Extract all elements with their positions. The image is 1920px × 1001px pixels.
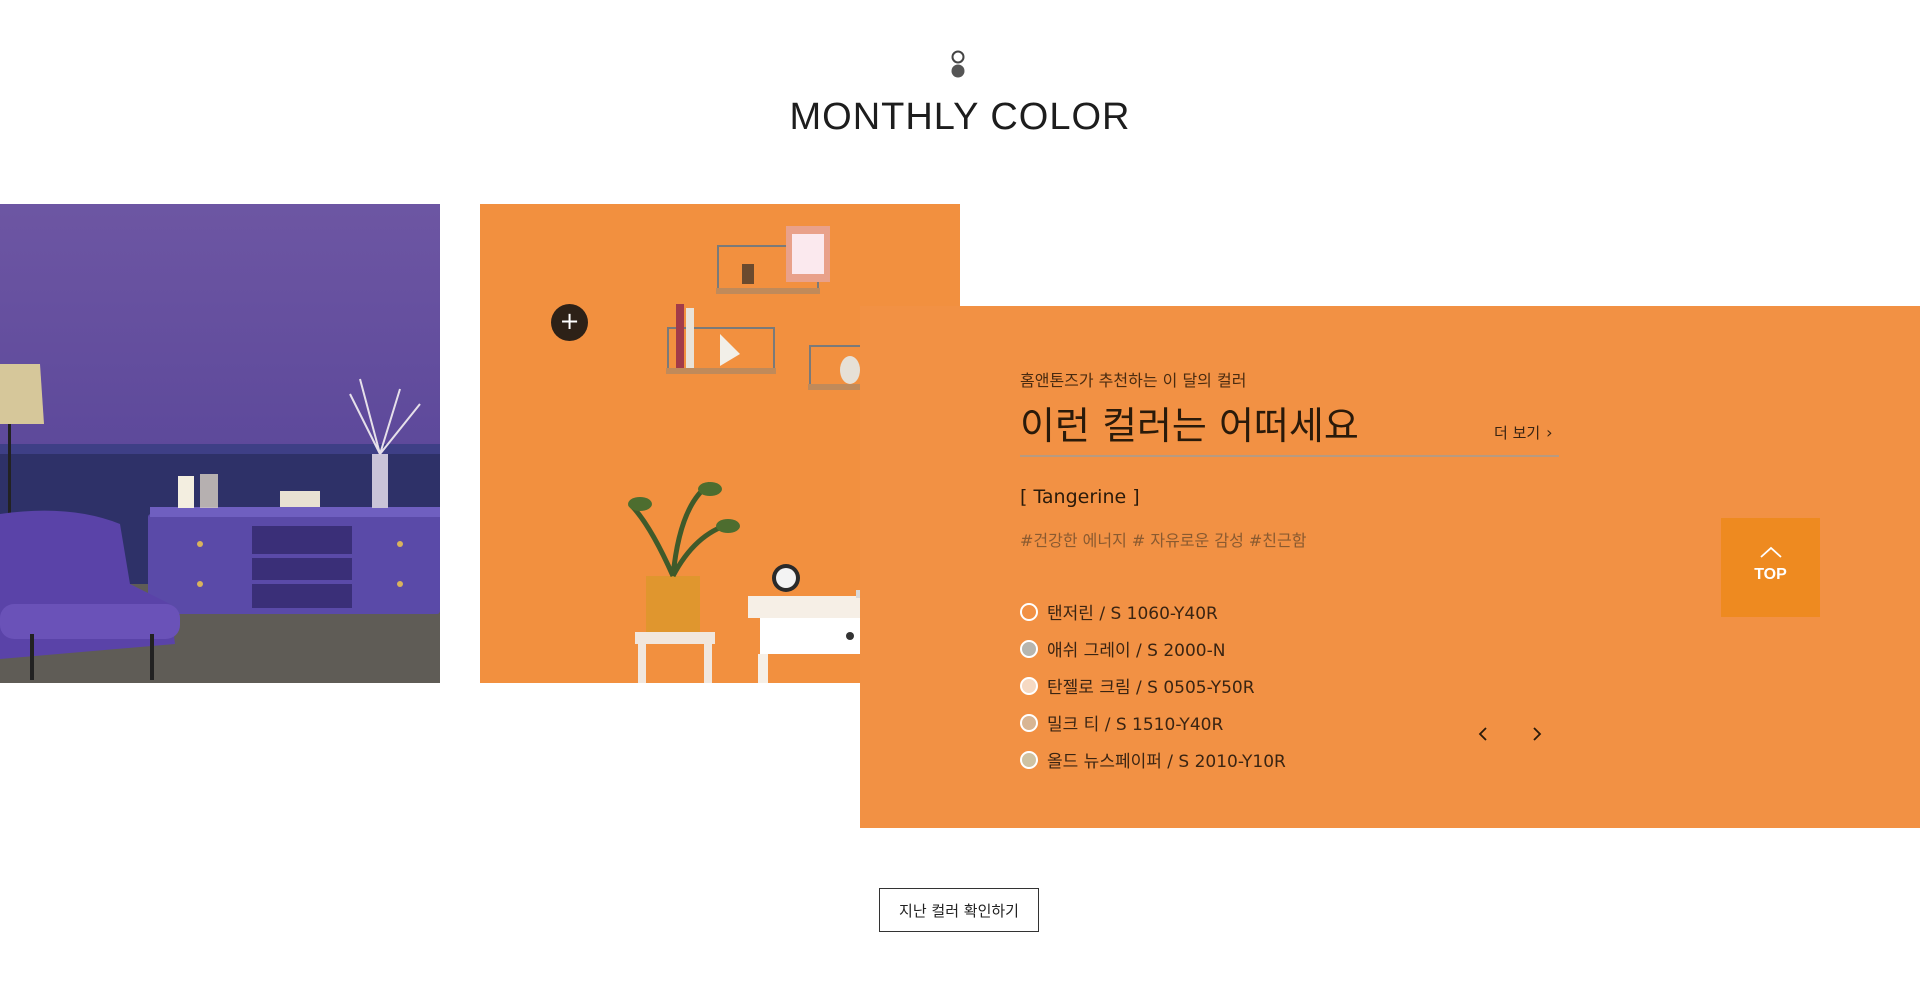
swatch-dot <box>1020 713 1038 732</box>
next-slide-button[interactable] <box>1522 720 1552 750</box>
swatch-dot <box>1020 750 1038 769</box>
chevron-right-icon: › <box>1546 423 1553 442</box>
swatch-dot <box>1020 639 1038 658</box>
chevron-up-icon <box>1721 544 1820 562</box>
swatch-list: 탠저린 / S 1060-Y40R 애쉬 그레이 / S 2000-N 탄젤로 … <box>1020 593 1286 778</box>
scroll-top-button[interactable]: TOP <box>1721 518 1820 617</box>
swatch-item[interactable]: 탠저린 / S 1060-Y40R <box>1020 593 1286 630</box>
prev-slide-button[interactable] <box>1468 720 1498 750</box>
past-colors-button[interactable]: 지난 컬러 확인하기 <box>879 888 1039 932</box>
swatch-label: 탠저린 / S 1060-Y40R <box>1047 604 1218 624</box>
swatch-item[interactable]: 올드 뉴스페이퍼 / S 2010-Y10R <box>1020 741 1286 778</box>
more-link[interactable]: 더 보기 › <box>1494 422 1553 443</box>
chevron-left-icon <box>1478 727 1487 741</box>
color-name: [ Tangerine ] <box>1020 486 1140 508</box>
swatch-label: 밀크 티 / S 1510-Y40R <box>1047 715 1224 735</box>
more-link-label: 더 보기 <box>1494 424 1541 442</box>
purple-room-image <box>0 204 440 683</box>
swatch-label: 탄젤로 크림 / S 0505-Y50R <box>1047 678 1255 698</box>
swatch-dot <box>1020 676 1038 695</box>
swatch-label: 애쉬 그레이 / S 2000-N <box>1047 641 1226 661</box>
swatch-dot <box>1020 602 1038 621</box>
section-title: MONTHLY COLOR <box>789 96 1131 138</box>
panel-subtitle: 홈앤톤즈가 추천하는 이 달의 컬러 <box>1020 371 1247 390</box>
plus-hotspot-button[interactable]: + <box>551 304 588 341</box>
panel-divider <box>1020 455 1559 457</box>
swatch-item[interactable]: 애쉬 그레이 / S 2000-N <box>1020 630 1286 667</box>
chevron-right-icon <box>1533 727 1542 741</box>
swatch-item[interactable]: 탄젤로 크림 / S 0505-Y50R <box>1020 667 1286 704</box>
panel-heading: 이런 컬러는 어떠세요 <box>1020 404 1359 448</box>
swatch-item[interactable]: 밀크 티 / S 1510-Y40R <box>1020 704 1286 741</box>
color-hashtags: #건강한 에너지 # 자유로운 감성 #친근함 <box>1020 531 1307 550</box>
scroll-top-label: TOP <box>1754 566 1787 583</box>
color-drops-icon <box>951 50 965 78</box>
swatch-label: 올드 뉴스페이퍼 / S 2010-Y10R <box>1047 752 1286 772</box>
